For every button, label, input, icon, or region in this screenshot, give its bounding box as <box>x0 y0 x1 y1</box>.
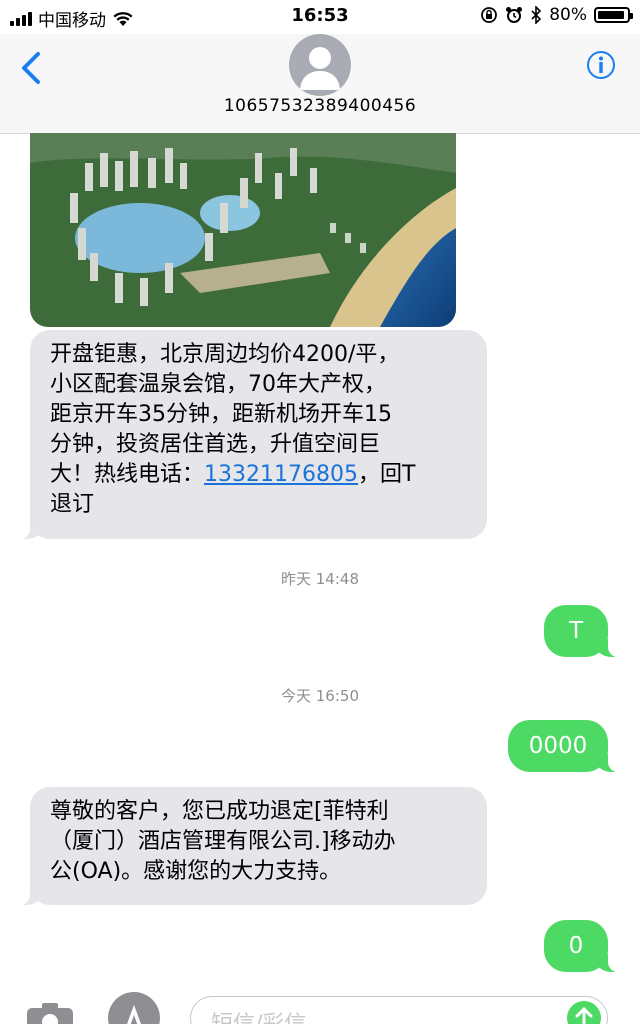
message-text: 开盘钜惠，北京周边均价4200/平， 小区配套温泉会馆，70年大产权， 距京开车… <box>50 342 416 517</box>
timestamp: 昨天 14:48 <box>281 570 359 588</box>
battery-percent: 80% <box>549 5 587 25</box>
incoming-message-ad[interactable]: 开盘钜惠，北京周边均价4200/平， 小区配套温泉会馆，70年大产权， 距京开车… <box>4 330 487 539</box>
battery-icon <box>594 7 633 23</box>
back-button[interactable] <box>16 48 46 88</box>
mms-image[interactable] <box>30 133 456 327</box>
info-icon[interactable] <box>586 50 616 80</box>
send-button[interactable] <box>567 1001 601 1024</box>
app-store-icon[interactable] <box>108 992 160 1024</box>
message-text: 尊敬的客户，您已成功退定[菲特利 （厦门）酒店管理有限公司.]移动办 公(OA)… <box>50 799 396 884</box>
phone-link[interactable]: 13321176805 <box>204 462 358 487</box>
contact-number[interactable]: 1065753238940045​6 <box>0 96 640 116</box>
rotation-lock-icon <box>481 7 498 23</box>
compose-bar: 短信/彩信 <box>0 990 640 1024</box>
timestamp: 今天 16:50 <box>281 687 359 705</box>
app-store-glyph <box>127 1004 141 1024</box>
message-input-placeholder: 短信/彩信 <box>211 1006 306 1024</box>
status-bar: 中国移动 16:53 80% <box>0 0 640 34</box>
bluetooth-icon <box>531 6 542 24</box>
aerial-city-photo <box>30 133 456 327</box>
incoming-message-confirmation[interactable]: 尊敬的客户，您已成功退定[菲特利 （厦门）酒店管理有限公司.]移动办 公(OA)… <box>4 787 487 905</box>
status-right: 80% <box>480 5 633 25</box>
alarm-icon <box>506 7 523 23</box>
camera-icon[interactable] <box>26 1002 74 1024</box>
outgoing-message[interactable]: T <box>544 605 634 657</box>
conversation-header: 1065753238940045​6 <box>0 34 640 134</box>
message-input[interactable]: 短信/彩信 <box>190 996 608 1024</box>
outgoing-message[interactable]: 0000 <box>508 720 634 772</box>
avatar[interactable] <box>289 34 351 96</box>
arrow-up-icon <box>575 1006 593 1024</box>
person-icon <box>300 47 340 90</box>
outgoing-message[interactable]: 0 <box>544 920 634 972</box>
